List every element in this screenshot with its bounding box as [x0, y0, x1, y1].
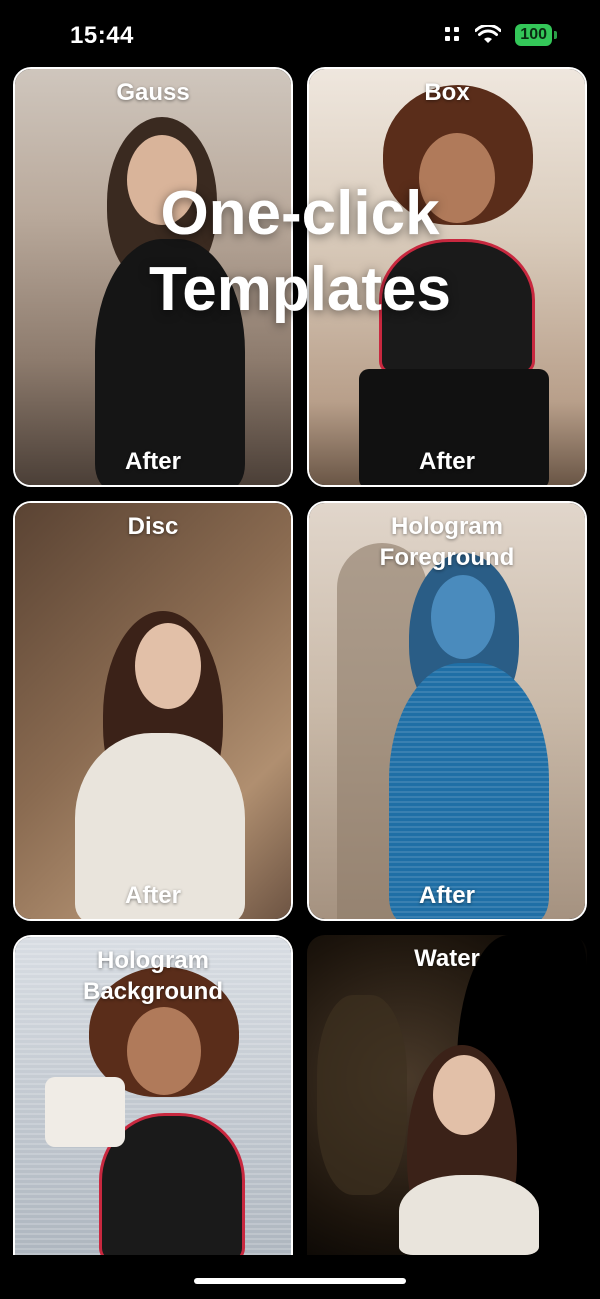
card-photo: [307, 935, 587, 1255]
status-time: 15:44: [70, 22, 134, 49]
after-label: After: [124, 882, 181, 909]
template-card-water[interactable]: Water: [307, 935, 587, 1255]
template-card-hologram-background[interactable]: Hologram Background: [13, 935, 293, 1255]
template-name: Gauss: [116, 79, 190, 106]
home-indicator[interactable]: [194, 1278, 406, 1284]
template-card-disc[interactable]: Disc After: [13, 501, 293, 921]
after-label: After: [418, 882, 475, 909]
wifi-icon: [475, 25, 502, 43]
template-name: Hologram Foreground: [379, 513, 515, 571]
hero-title-line1: One-click: [160, 179, 440, 248]
template-card-hologram-foreground[interactable]: Hologram Foreground After: [307, 501, 587, 921]
template-name: Water: [414, 945, 480, 972]
signal-dots-icon: [445, 27, 461, 43]
status-icons: 100: [445, 24, 557, 46]
battery-icon: 100: [515, 24, 557, 46]
status-bar: 15:44 100: [0, 0, 600, 66]
hero-title-line2: Templates: [148, 255, 452, 324]
template-name: Box: [424, 79, 470, 106]
hero-title: One-click Templates: [0, 176, 600, 328]
after-label: After: [418, 448, 475, 475]
template-name: Disc: [127, 513, 179, 540]
template-name: Hologram Background: [82, 947, 223, 1005]
after-label: After: [124, 448, 181, 475]
card-photo: [15, 503, 291, 919]
